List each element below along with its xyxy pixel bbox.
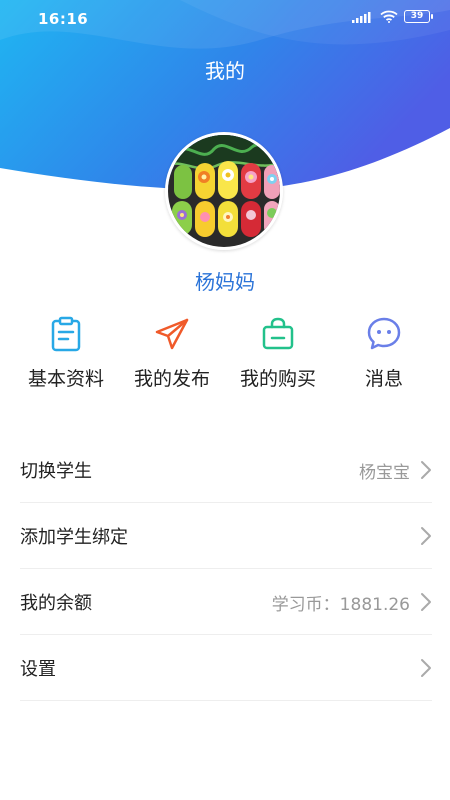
battery-level: 39: [410, 11, 424, 21]
menu-item-label: 添加学生绑定: [20, 527, 128, 548]
battery-icon: 39: [404, 10, 433, 23]
action-my-posts[interactable]: 我的发布: [116, 314, 228, 394]
avatar[interactable]: [165, 132, 283, 250]
menu-item-value: 杨宝宝: [359, 463, 410, 483]
action-messages[interactable]: 消息: [328, 314, 440, 394]
action-label: 消息: [364, 368, 403, 390]
user-name: 杨妈妈: [195, 270, 255, 294]
status-icons: 39: [352, 10, 433, 23]
chevron-right-icon: [421, 593, 431, 611]
menu-item-label: 设置: [20, 659, 56, 680]
signal-icon: [352, 11, 371, 23]
menu-item-value: 学习币：1881.26: [271, 595, 410, 615]
wifi-icon: [380, 10, 398, 23]
paper-plane-icon: [155, 318, 189, 350]
action-basic-info[interactable]: 基本资料: [10, 314, 122, 394]
action-my-purchases[interactable]: 我的购买: [222, 314, 334, 394]
page-title: 我的: [205, 59, 245, 83]
menu-item-add-student[interactable]: 添加学生绑定: [20, 503, 432, 569]
menu-item-settings[interactable]: 设置: [20, 635, 432, 701]
chevron-right-icon: [421, 527, 431, 545]
action-label: 我的发布: [133, 368, 210, 390]
avatar-image: [168, 135, 280, 247]
chevron-right-icon: [421, 659, 431, 677]
action-label: 我的购买: [239, 368, 316, 390]
status-time: 16:16: [38, 10, 89, 28]
menu-item-label: 切换学生: [20, 461, 92, 482]
action-label: 基本资料: [27, 368, 104, 390]
menu-item-switch-student[interactable]: 切换学生 杨宝宝: [20, 437, 432, 503]
chat-bubble-icon: [367, 317, 401, 350]
quick-actions: 基本资料 我的发布 我的购买 消息: [0, 314, 450, 394]
menu-item-balance[interactable]: 我的余额 学习币：1881.26: [20, 569, 432, 635]
shopping-bag-icon: [262, 317, 294, 350]
settings-menu: 切换学生 杨宝宝 添加学生绑定 我的余额 学习币：1881.26 设置: [20, 437, 432, 701]
clipboard-icon: [51, 316, 81, 352]
menu-item-label: 我的余额: [20, 593, 92, 614]
chevron-right-icon: [421, 461, 431, 479]
status-bar: 16:16 39: [0, 0, 450, 38]
